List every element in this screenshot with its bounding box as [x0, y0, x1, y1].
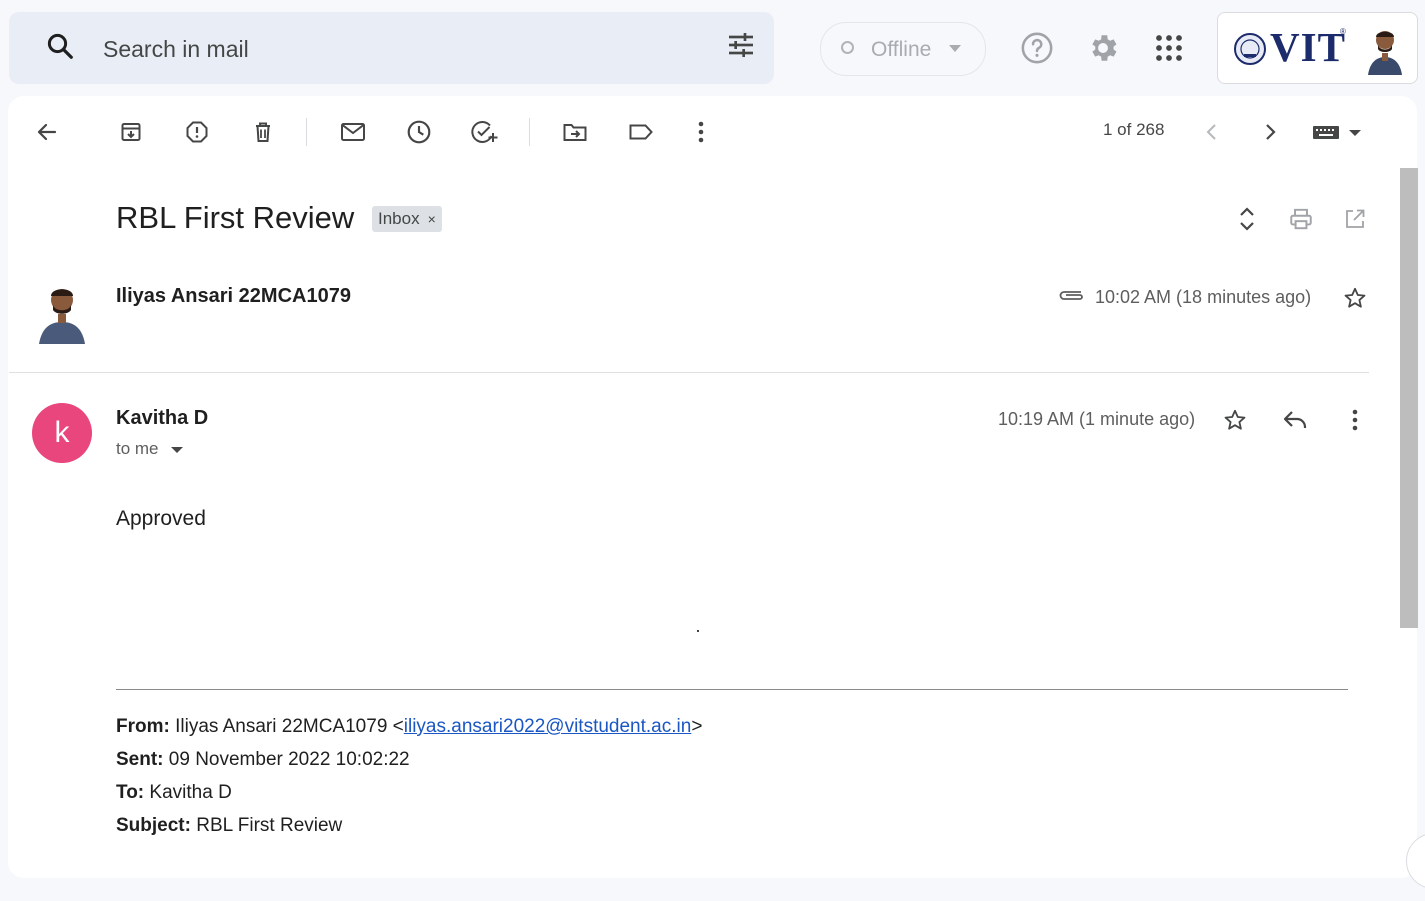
open-in-new-window-icon[interactable]: [1339, 203, 1371, 235]
offline-status-button[interactable]: Offline: [820, 22, 986, 76]
inbox-label-chip[interactable]: Inbox ×: [372, 206, 442, 232]
apps-grid-icon[interactable]: [1151, 30, 1187, 66]
message-body-text: Approved: [116, 507, 206, 530]
label-icon[interactable]: [625, 116, 657, 148]
quoted-sent-label: Sent:: [116, 749, 164, 770]
message-timestamp: 10:19 AM (1 minute ago): [998, 409, 1196, 429]
message-divider: [9, 372, 1369, 373]
quoted-from-name: Iliyas Ansari 22MCA1079 <: [169, 716, 404, 737]
account-switcher[interactable]: VIT ®: [1217, 12, 1418, 84]
mark-unread-icon[interactable]: [337, 116, 369, 148]
help-icon[interactable]: [1019, 30, 1055, 66]
reply-icon[interactable]: [1279, 404, 1311, 436]
archive-icon[interactable]: [115, 116, 147, 148]
scrollbar-thumb[interactable]: [1400, 168, 1418, 628]
search-options-icon[interactable]: [725, 29, 757, 61]
quoted-from-label: From:: [116, 716, 170, 737]
chevron-down-icon[interactable]: [171, 447, 183, 453]
recipient-summary[interactable]: to me: [116, 439, 159, 459]
report-spam-icon[interactable]: [181, 116, 213, 148]
more-options-icon[interactable]: [1339, 404, 1371, 436]
pagination-count: 1 of 268: [1103, 120, 1165, 139]
offline-status-icon: [841, 41, 854, 54]
add-to-tasks-icon[interactable]: [469, 116, 501, 148]
snooze-clock-icon[interactable]: [403, 116, 435, 148]
avatar[interactable]: k: [32, 403, 92, 463]
label-chip-text: Inbox: [378, 209, 420, 228]
thread-subject: RBL First Review: [116, 200, 355, 235]
vit-seal-logo: [1232, 30, 1268, 68]
org-logo-text: VIT: [1270, 24, 1346, 70]
stray-dot: [697, 630, 699, 632]
search-icon[interactable]: [45, 31, 75, 61]
quoted-sent-value: 09 November 2022 10:02:22: [163, 749, 410, 770]
quoted-sent-line: Sent: 09 November 2022 10:02:22: [116, 749, 410, 771]
avatar[interactable]: [1362, 25, 1408, 75]
search-bar[interactable]: [9, 12, 774, 84]
move-to-folder-icon[interactable]: [559, 116, 591, 148]
offline-status-label: Offline: [871, 38, 932, 61]
chevron-right-icon[interactable]: [1255, 116, 1287, 148]
message-sender-name[interactable]: Kavitha D: [116, 407, 208, 430]
star-icon[interactable]: [1339, 282, 1371, 314]
message-sender-name[interactable]: Iliyas Ansari 22MCA1079: [116, 285, 351, 308]
toolbar-divider: [306, 118, 307, 146]
message-timestamp: 10:02 AM (18 minutes ago): [1095, 287, 1312, 307]
quoted-subject-value: RBL First Review: [190, 815, 343, 836]
attachment-icon: [1057, 287, 1085, 303]
remove-label-icon[interactable]: ×: [428, 211, 436, 227]
expand-all-icon[interactable]: [1231, 203, 1263, 235]
star-icon[interactable]: [1219, 404, 1251, 436]
sender-avatar-photo[interactable]: [33, 280, 91, 344]
more-options-icon[interactable]: [685, 116, 717, 148]
back-arrow-icon[interactable]: [31, 116, 63, 148]
quoted-from-email-link[interactable]: iliyas.ansari2022@vitstudent.ac.in: [404, 716, 692, 737]
org-logo-registered: ®: [1340, 27, 1346, 36]
keyboard-icon[interactable]: [1312, 116, 1362, 148]
print-icon[interactable]: [1285, 203, 1317, 235]
quoted-to-label: To:: [116, 782, 145, 803]
quoted-subject-label: Subject:: [116, 815, 191, 836]
toolbar-divider: [529, 118, 530, 146]
gear-icon[interactable]: [1085, 30, 1121, 66]
quoted-to-value: Kavitha D: [144, 782, 232, 803]
quoted-from-close: >: [691, 716, 703, 737]
quoted-from-line: From: Iliyas Ansari 22MCA1079 <iliyas.an…: [116, 716, 702, 738]
quoted-to-line: To: Kavitha D: [116, 782, 232, 804]
chevron-down-icon: [949, 45, 961, 52]
search-input[interactable]: [103, 36, 663, 62]
chevron-left-icon[interactable]: [1195, 116, 1227, 148]
quoted-header-divider: [116, 689, 1348, 690]
quoted-subject-line: Subject: RBL First Review: [116, 815, 342, 837]
delete-icon[interactable]: [247, 116, 279, 148]
